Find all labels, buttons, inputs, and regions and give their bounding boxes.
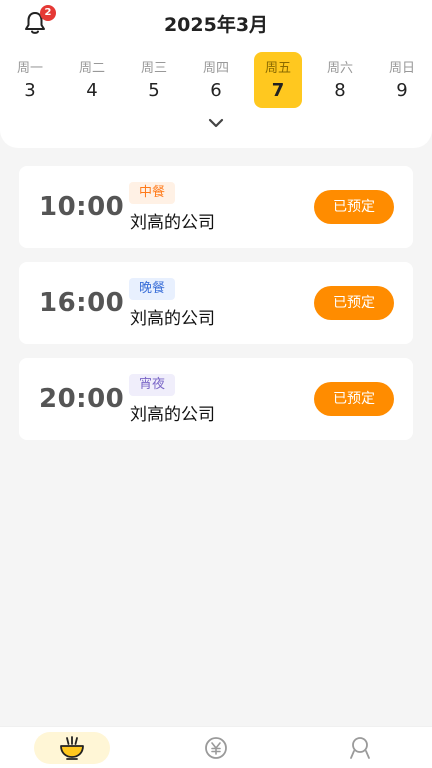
bottom-tab-bar bbox=[0, 726, 432, 768]
weekday-label: 周六 bbox=[326, 61, 353, 76]
meal-time: 10:00 bbox=[39, 192, 125, 222]
date-number: 8 bbox=[334, 80, 346, 101]
meal-type-tag: 晚餐 bbox=[129, 278, 176, 300]
weekday-label: 周日 bbox=[388, 61, 415, 76]
weekday-label: 周二 bbox=[78, 61, 105, 76]
tab-finance[interactable] bbox=[144, 727, 288, 768]
meal-card[interactable]: 20:00 宵夜 刘高的公司 已预定 bbox=[19, 358, 413, 440]
date-number: 9 bbox=[396, 80, 408, 101]
calendar-header: 2 2025年3月 周一 3 周二 4 周三 5 周四 6 周五 7 周六 8 … bbox=[0, 0, 432, 148]
date-number: 4 bbox=[86, 80, 98, 101]
yen-coin-icon bbox=[205, 737, 227, 759]
day-fri[interactable]: 周五 7 bbox=[254, 52, 302, 108]
tab-meals[interactable] bbox=[0, 727, 144, 768]
company-name: 刘高的公司 bbox=[130, 309, 215, 329]
company-name: 刘高的公司 bbox=[130, 213, 215, 233]
day-thu[interactable]: 周四 6 bbox=[192, 52, 240, 108]
date-number: 6 bbox=[210, 80, 222, 101]
chevron-down-icon[interactable] bbox=[207, 116, 225, 130]
day-tue[interactable]: 周二 4 bbox=[68, 52, 116, 108]
weekday-label: 周四 bbox=[202, 61, 229, 76]
meal-time: 20:00 bbox=[39, 384, 125, 414]
weekday-label: 周三 bbox=[140, 61, 167, 76]
reserved-button[interactable]: 已预定 bbox=[314, 190, 394, 224]
month-title[interactable]: 2025年3月 bbox=[0, 10, 432, 37]
meal-type-tag: 中餐 bbox=[129, 182, 176, 204]
user-profile-icon bbox=[350, 737, 370, 759]
app-page: 2 2025年3月 周一 3 周二 4 周三 5 周四 6 周五 7 周六 8 … bbox=[0, 0, 432, 768]
day-sat[interactable]: 周六 8 bbox=[316, 52, 364, 108]
date-number: 5 bbox=[148, 80, 160, 101]
weekday-label: 周一 bbox=[16, 61, 43, 76]
week-strip: 周一 3 周二 4 周三 5 周四 6 周五 7 周六 8 周日 9 bbox=[6, 52, 426, 108]
meal-time: 16:00 bbox=[39, 288, 125, 318]
meal-type-tag: 宵夜 bbox=[129, 374, 176, 396]
meal-card[interactable]: 10:00 中餐 刘高的公司 已预定 bbox=[19, 166, 413, 248]
meal-bowl-icon bbox=[60, 736, 84, 760]
date-number: 7 bbox=[271, 80, 285, 101]
reserved-button[interactable]: 已预定 bbox=[314, 286, 394, 320]
meal-card[interactable]: 16:00 晚餐 刘高的公司 已预定 bbox=[19, 262, 413, 344]
weekday-label: 周五 bbox=[264, 61, 291, 76]
day-sun[interactable]: 周日 9 bbox=[378, 52, 426, 108]
reserved-button[interactable]: 已预定 bbox=[314, 382, 394, 416]
meal-list: 10:00 中餐 刘高的公司 已预定 16:00 晚餐 刘高的公司 已预定 20… bbox=[19, 166, 413, 454]
tab-profile[interactable] bbox=[288, 727, 432, 768]
company-name: 刘高的公司 bbox=[130, 405, 215, 425]
day-mon[interactable]: 周一 3 bbox=[6, 52, 54, 108]
day-wed[interactable]: 周三 5 bbox=[130, 52, 178, 108]
date-number: 3 bbox=[24, 80, 36, 101]
